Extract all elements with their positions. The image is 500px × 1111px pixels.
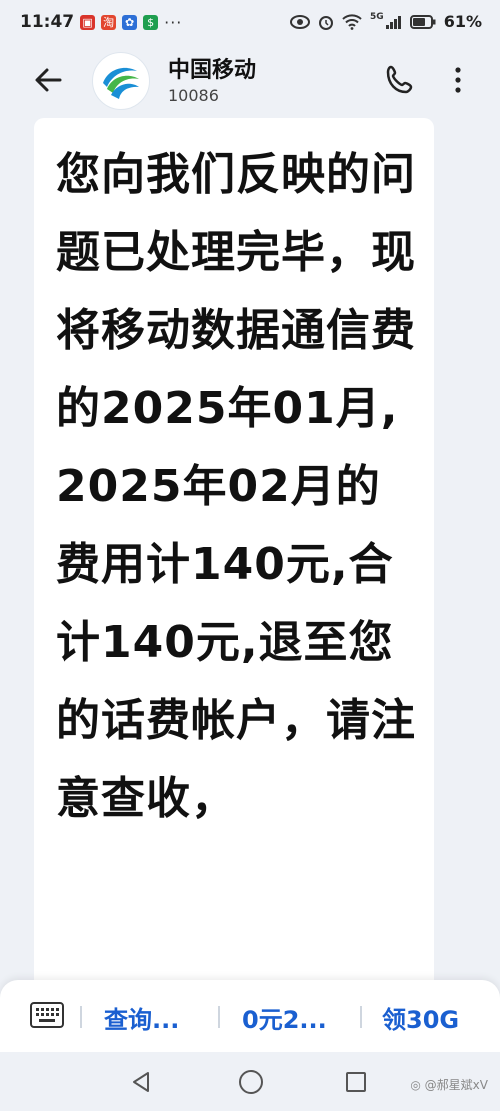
status-bar: 11:47 ▣ 淘 ✿ $ ··· 5G 61% xyxy=(0,0,500,44)
nav-recent-apps-icon[interactable] xyxy=(346,1072,366,1092)
back-arrow-icon[interactable] xyxy=(30,62,66,98)
wifi-icon xyxy=(342,13,362,30)
contact-name: 中国移动 xyxy=(168,58,257,83)
quick-reply-query[interactable]: 查询... xyxy=(104,1000,179,1035)
quick-reply-zero-yuan[interactable]: 0元2... xyxy=(242,1000,327,1035)
system-navigation-bar: ◎ @郝星斌xV xyxy=(0,1052,500,1111)
wallet-icon: $ xyxy=(143,14,159,30)
divider xyxy=(80,1006,82,1028)
divider xyxy=(360,1006,362,1028)
divider xyxy=(218,1006,220,1028)
nav-back-icon[interactable] xyxy=(130,1070,152,1094)
quick-reply-bar: 查询... 0元2... 领30G xyxy=(0,980,500,1052)
network-type-label: 5G xyxy=(370,12,384,22)
more-notifications-icon: ··· xyxy=(164,12,183,32)
status-time: 11:47 xyxy=(20,12,75,32)
contact-avatar[interactable] xyxy=(92,52,150,110)
app-notification-icon: 淘 xyxy=(101,14,117,30)
contact-number: 10086 xyxy=(168,86,219,105)
app-notification-icon: ▣ xyxy=(80,14,96,30)
quick-reply-claim-30g[interactable]: 领30G xyxy=(382,1000,459,1035)
conversation-header: 中国移动 10086 xyxy=(0,44,500,116)
paw-icon: ✿ xyxy=(122,14,138,30)
watermark: ◎ @郝星斌xV xyxy=(410,1078,488,1092)
phone-icon[interactable] xyxy=(382,62,418,98)
eye-icon xyxy=(290,14,311,29)
battery-percentage: 61% xyxy=(443,12,482,31)
nav-home-icon[interactable] xyxy=(239,1070,263,1094)
status-right: 5G 61% xyxy=(290,12,482,31)
message-bubble[interactable]: 您向我们反映的问题已处理完毕，现将移动数据通信费的2025年01月,2025年0… xyxy=(34,118,434,1018)
status-left: 11:47 ▣ 淘 ✿ $ ··· xyxy=(20,12,182,32)
more-vertical-icon[interactable] xyxy=(446,62,470,98)
alarm-icon xyxy=(319,15,334,30)
china-mobile-logo-icon xyxy=(94,54,148,108)
battery-icon xyxy=(409,14,436,29)
signal-icon xyxy=(385,15,401,29)
keyboard-icon[interactable] xyxy=(30,1002,64,1028)
message-text: 您向我们反映的问题已处理完毕，现将移动数据通信费的2025年01月,2025年0… xyxy=(56,149,416,824)
